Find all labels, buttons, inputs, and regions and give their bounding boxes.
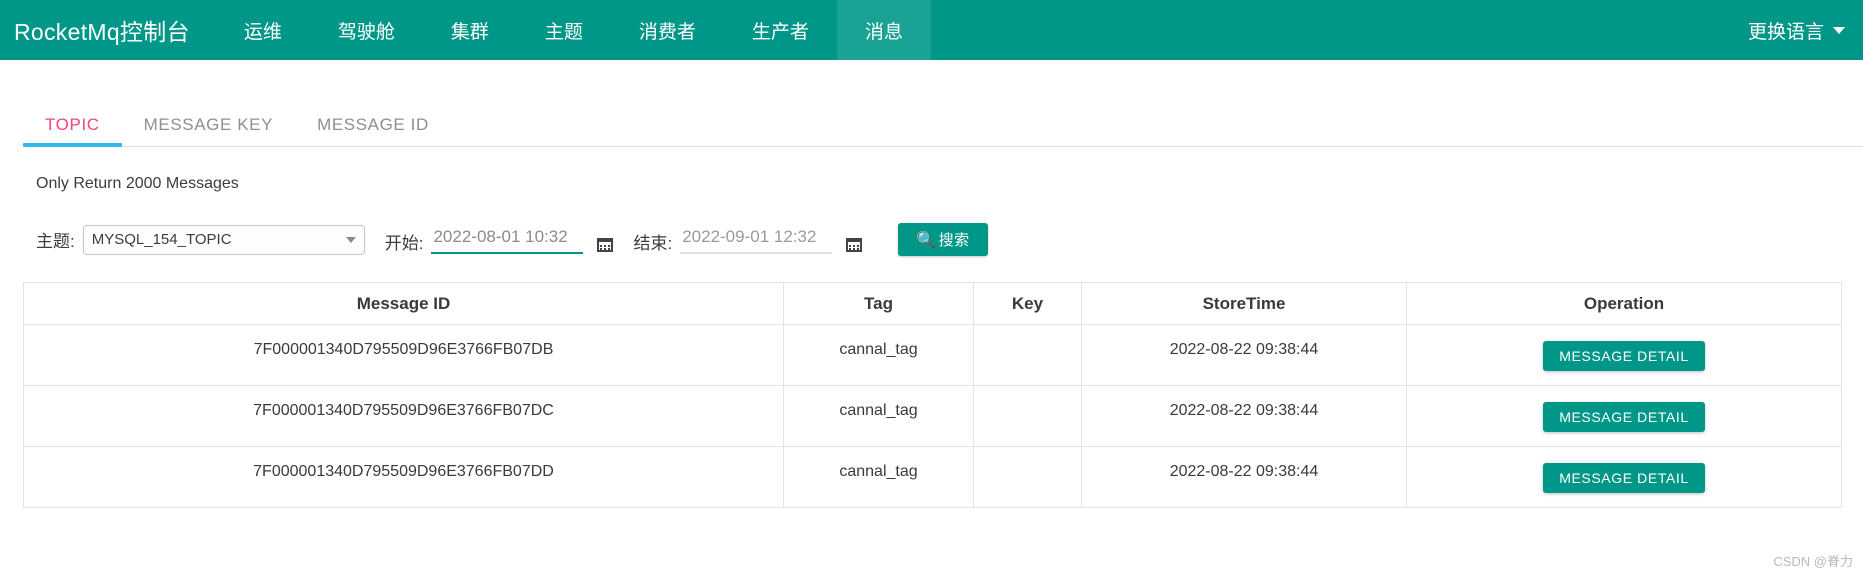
cell-key	[973, 446, 1082, 508]
table-row: 7F000001340D795509D96E3766FB07DB cannal_…	[23, 324, 1842, 386]
topic-field-label: 主题:	[36, 232, 75, 251]
begin-time-input[interactable]	[431, 225, 584, 254]
end-time-input[interactable]	[680, 225, 833, 254]
cell-storetime: 2022-08-22 09:38:44	[1081, 385, 1407, 447]
message-detail-button[interactable]: MESSAGE DETAIL	[1543, 341, 1705, 371]
tab-message-key[interactable]: MESSAGE KEY	[122, 115, 295, 147]
table-header-row: Message ID Tag Key StoreTime Operation	[23, 282, 1842, 325]
column-header-message-id: Message ID	[23, 282, 784, 325]
topic-select[interactable]: MYSQL_154_TOPIC	[82, 224, 365, 255]
calendar-icon[interactable]	[597, 236, 614, 252]
nav-item-cluster[interactable]: 集群	[423, 0, 517, 60]
nav-item-consumer[interactable]: 消费者	[611, 0, 724, 60]
search-button-label: 搜索	[938, 232, 970, 249]
begin-time-group: 开始:	[385, 225, 614, 254]
begin-field-label: 开始:	[384, 234, 424, 253]
cell-key	[973, 385, 1082, 447]
table-row: 7F000001340D795509D96E3766FB07DD cannal_…	[23, 446, 1842, 508]
table-body: 7F000001340D795509D96E3766FB07DB cannal_…	[23, 324, 1842, 508]
search-button[interactable]: 🔍 搜索	[898, 223, 988, 256]
search-icon: 🔍	[916, 231, 937, 249]
cell-message-id: 7F000001340D795509D96E3766FB07DD	[23, 446, 784, 508]
cell-tag: cannal_tag	[783, 324, 974, 386]
message-results-table: Message ID Tag Key StoreTime Operation 7…	[23, 282, 1842, 508]
column-header-operation: Operation	[1406, 282, 1842, 325]
column-header-key: Key	[973, 282, 1082, 325]
column-header-storetime: StoreTime	[1081, 282, 1407, 325]
nav-item-message[interactable]: 消息	[836, 0, 931, 60]
nav-item-dashboard[interactable]: 驾驶舱	[310, 0, 423, 60]
cell-tag: cannal_tag	[783, 446, 974, 508]
cell-message-id: 7F000001340D795509D96E3766FB07DB	[23, 324, 784, 386]
nav-item-producer[interactable]: 生产者	[724, 0, 837, 60]
nav-item-topic[interactable]: 主题	[517, 0, 611, 60]
nav-item-ops[interactable]: 运维	[216, 0, 310, 60]
table-head: Message ID Tag Key StoreTime Operation	[23, 282, 1842, 325]
language-switcher-label: 更换语言	[1747, 21, 1824, 43]
cell-operation: MESSAGE DETAIL	[1406, 446, 1842, 508]
top-navbar: RocketMq控制台 运维 驾驶舱 集群 主题 消费者 生产者 消息 更换语言	[0, 0, 1863, 60]
result-limit-notice: Only Return 2000 Messages	[36, 175, 239, 192]
app-brand[interactable]: RocketMq控制台	[0, 0, 216, 60]
chevron-down-icon	[345, 236, 356, 243]
language-switcher[interactable]: 更换语言	[1730, 0, 1863, 60]
cell-storetime: 2022-08-22 09:38:44	[1081, 324, 1407, 386]
column-header-tag: Tag	[783, 282, 974, 325]
end-time-group: 结束:	[633, 225, 863, 254]
end-field-label: 结束:	[633, 234, 673, 253]
cell-operation: MESSAGE DETAIL	[1406, 385, 1842, 447]
tab-message-id[interactable]: MESSAGE ID	[295, 115, 451, 147]
message-detail-button[interactable]: MESSAGE DETAIL	[1543, 463, 1705, 493]
calendar-icon[interactable]	[846, 236, 863, 252]
message-detail-button[interactable]: MESSAGE DETAIL	[1543, 402, 1705, 432]
query-filter-bar: 主题: MYSQL_154_TOPIC 开始: 结束: 🔍 搜索	[36, 223, 1863, 256]
tab-topic[interactable]: TOPIC	[23, 115, 122, 147]
watermark: CSDN @脊力	[1773, 554, 1853, 569]
cell-tag: cannal_tag	[783, 385, 974, 447]
cell-storetime: 2022-08-22 09:38:44	[1081, 446, 1407, 508]
cell-message-id: 7F000001340D795509D96E3766FB07DC	[23, 385, 784, 447]
chevron-down-icon	[1833, 26, 1845, 34]
table-row: 7F000001340D795509D96E3766FB07DC cannal_…	[23, 385, 1842, 447]
search-mode-tabs: TOPIC MESSAGE KEY MESSAGE ID	[0, 103, 1863, 147]
topic-select-value: MYSQL_154_TOPIC	[91, 231, 232, 248]
cell-operation: MESSAGE DETAIL	[1406, 324, 1842, 386]
cell-key	[973, 324, 1082, 386]
